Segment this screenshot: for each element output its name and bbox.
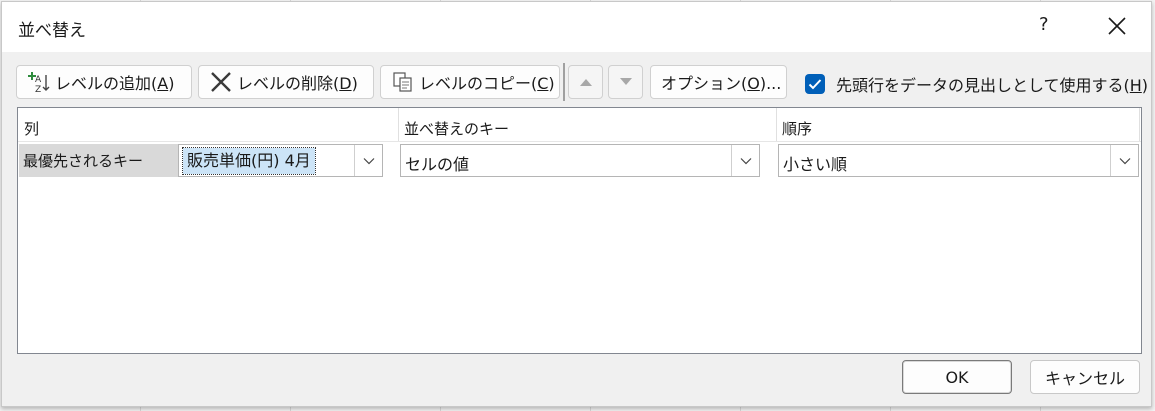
copy-level-label: レベルのコピー(C) <box>419 74 555 93</box>
check-icon <box>808 79 822 90</box>
options-button[interactable]: オプション(O)... <box>650 65 787 99</box>
order-select-dropdown[interactable] <box>1110 145 1138 176</box>
header-row-checkbox[interactable] <box>805 74 825 94</box>
sort-on-select-dropdown[interactable] <box>731 145 759 176</box>
chevron-down-icon <box>363 157 374 164</box>
svg-text:Z: Z <box>35 85 41 93</box>
chevron-down-icon <box>1119 157 1130 164</box>
sort-dialog: 並べ替え ? A Z レベルの追加(A) レベルの削除(D) レベルのコピー(C… <box>1 1 1152 407</box>
copy-level-button[interactable]: レベルのコピー(C) <box>380 65 560 99</box>
order-select[interactable]: 小さい順 <box>778 144 1139 177</box>
copy-icon <box>393 72 412 92</box>
add-level-button[interactable]: A Z レベルの追加(A) <box>16 65 192 99</box>
delete-level-label: レベルの削除(D) <box>237 74 358 93</box>
delete-level-button[interactable]: レベルの削除(D) <box>198 65 374 99</box>
header-divider <box>18 141 1141 142</box>
move-down-button[interactable] <box>608 65 643 99</box>
column-header-sort-on: 並べ替えのキー <box>404 120 510 138</box>
dialog-title: 並べ替え <box>18 21 86 41</box>
header-row-checkbox-label: 先頭行をデータの見出しとして使用する(H) <box>836 76 1149 95</box>
ok-button[interactable]: OK <box>902 360 1012 394</box>
sort-levels-grid: 列 並べ替えのキー 順序 最優先されるキー 販売単価(円) 4月 セルの値 小さ… <box>17 107 1142 354</box>
order-select-value: 小さい順 <box>783 155 848 174</box>
sort-on-select[interactable]: セルの値 <box>400 144 760 177</box>
column-header-order: 順序 <box>782 120 813 138</box>
triangle-up-icon <box>579 79 592 86</box>
delete-x-icon <box>211 72 231 92</box>
add-level-icon: A Z <box>28 72 50 93</box>
toolbar-separator <box>563 63 565 101</box>
cancel-button[interactable]: キャンセル <box>1030 360 1140 394</box>
move-up-button[interactable] <box>568 65 603 99</box>
triangle-down-icon <box>619 78 632 85</box>
help-button[interactable]: ? <box>1039 14 1049 35</box>
close-icon[interactable] <box>1106 15 1128 37</box>
title-bar: 並べ替え ? <box>2 2 1151 52</box>
header-separator <box>1139 108 1140 141</box>
header-row-checkbox-wrapper[interactable]: 先頭行をデータの見出しとして使用する(H) <box>805 72 1148 96</box>
header-separator <box>398 108 399 141</box>
sort-on-select-value: セルの値 <box>405 155 470 174</box>
header-separator <box>776 108 777 141</box>
chevron-down-icon <box>740 157 751 164</box>
column-select-value: 販売単価(円) 4月 <box>182 147 316 175</box>
svg-text:A: A <box>35 75 42 85</box>
row-label-primary-key[interactable]: 最優先されるキー <box>19 144 178 177</box>
add-level-label: レベルの追加(A) <box>55 74 175 93</box>
options-label: オプション(O)... <box>661 74 782 93</box>
column-header-column: 列 <box>24 120 40 138</box>
column-select-dropdown[interactable] <box>354 145 382 176</box>
column-select[interactable]: 販売単価(円) 4月 <box>178 144 383 177</box>
